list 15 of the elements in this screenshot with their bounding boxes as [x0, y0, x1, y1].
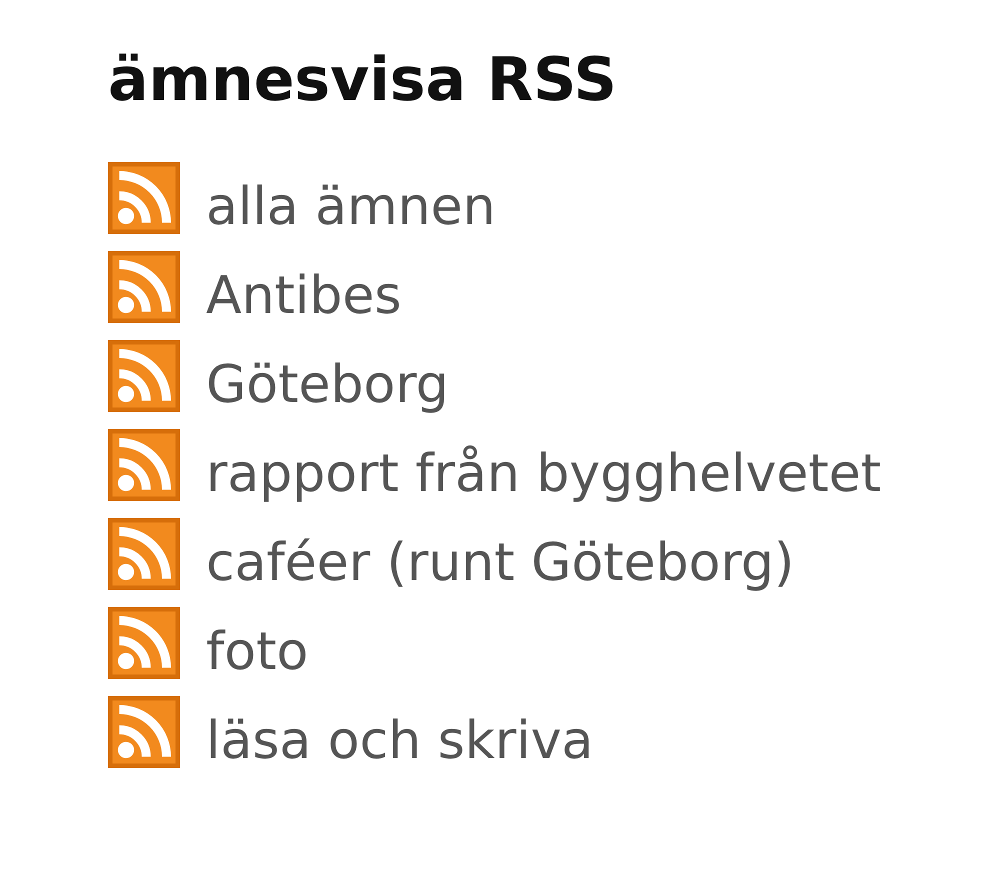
feed-link[interactable]: Göteborg: [206, 355, 449, 415]
feed-link[interactable]: rapport från bygghelvetet: [206, 444, 882, 504]
feed-link[interactable]: foto: [206, 622, 308, 682]
section-heading: ämnesvisa RSS: [108, 44, 617, 117]
rss-icon[interactable]: [108, 162, 180, 234]
rss-icon[interactable]: [108, 251, 180, 323]
rss-icon[interactable]: [108, 607, 180, 679]
rss-icon[interactable]: [108, 429, 180, 501]
feed-link[interactable]: läsa och skriva: [206, 711, 594, 771]
feed-link[interactable]: caféer (runt Göteborg): [206, 533, 794, 593]
rss-icon[interactable]: [108, 696, 180, 768]
feed-link[interactable]: alla ämnen: [206, 177, 496, 237]
feed-link[interactable]: Antibes: [206, 266, 402, 326]
rss-icon[interactable]: [108, 518, 180, 590]
rss-icon[interactable]: [108, 340, 180, 412]
